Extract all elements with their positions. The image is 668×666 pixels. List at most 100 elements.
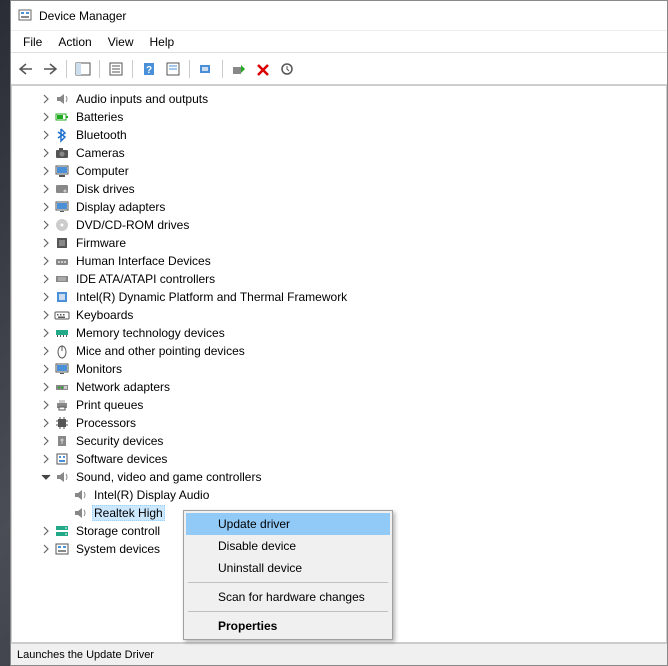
chevron-right-icon[interactable] xyxy=(38,325,54,341)
chevron-right-icon[interactable] xyxy=(38,181,54,197)
chevron-right-icon[interactable] xyxy=(38,91,54,107)
battery-icon xyxy=(54,109,70,125)
tree-node-label: Storage controll xyxy=(74,523,162,539)
tree-node-label: Sound, video and game controllers xyxy=(74,469,263,485)
tree-node[interactable]: Memory technology devices xyxy=(14,324,664,342)
tree-node[interactable]: Security devices xyxy=(14,432,664,450)
tree-node[interactable]: Disk drives xyxy=(14,180,664,198)
toolbar: ? xyxy=(11,53,667,85)
chevron-down-icon[interactable] xyxy=(38,469,54,485)
intel-icon xyxy=(54,289,70,305)
tree-node-label: Keyboards xyxy=(74,307,135,323)
back-button[interactable] xyxy=(15,58,37,80)
chevron-right-icon[interactable] xyxy=(38,397,54,413)
uninstall-device-button[interactable] xyxy=(252,58,274,80)
chevron-right-icon[interactable] xyxy=(38,199,54,215)
tree-node-label: Computer xyxy=(74,163,131,179)
bluetooth-icon xyxy=(54,127,70,143)
expander-none xyxy=(56,487,72,503)
firmware-icon xyxy=(54,235,70,251)
tree-node-label: Bluetooth xyxy=(74,127,129,143)
disk-icon xyxy=(54,181,70,197)
tree-node[interactable]: Firmware xyxy=(14,234,664,252)
tree-node[interactable]: Human Interface Devices xyxy=(14,252,664,270)
context-menu-item[interactable]: Update driver xyxy=(186,513,390,535)
tree-node-label: Network adapters xyxy=(74,379,172,395)
expander-none xyxy=(56,505,72,521)
tree-node-label: Firmware xyxy=(74,235,128,251)
network-icon xyxy=(54,379,70,395)
software-icon xyxy=(54,451,70,467)
tree-node[interactable]: Audio inputs and outputs xyxy=(14,90,664,108)
tree-node[interactable]: Software devices xyxy=(14,450,664,468)
chevron-right-icon[interactable] xyxy=(38,523,54,539)
tree-node[interactable]: Sound, video and game controllers xyxy=(14,468,664,486)
chevron-right-icon[interactable] xyxy=(38,343,54,359)
chevron-right-icon[interactable] xyxy=(38,415,54,431)
ide-icon xyxy=(54,271,70,287)
tree-node-label: Batteries xyxy=(74,109,125,125)
chevron-right-icon[interactable] xyxy=(38,433,54,449)
context-menu-item[interactable]: Scan for hardware changes xyxy=(186,586,390,608)
tree-node[interactable]: DVD/CD-ROM drives xyxy=(14,216,664,234)
context-menu-separator xyxy=(188,611,388,612)
chevron-right-icon[interactable] xyxy=(38,109,54,125)
tree-node[interactable]: Processors xyxy=(14,414,664,432)
processor-icon xyxy=(54,415,70,431)
computer-icon xyxy=(54,163,70,179)
tree-node[interactable]: Display adapters xyxy=(14,198,664,216)
chevron-right-icon[interactable] xyxy=(38,541,54,557)
tree-node[interactable]: Bluetooth xyxy=(14,126,664,144)
keyboard-icon xyxy=(54,307,70,323)
tree-node[interactable]: Monitors xyxy=(14,360,664,378)
tree-node[interactable]: Mice and other pointing devices xyxy=(14,342,664,360)
status-text: Launches the Update Driver xyxy=(17,649,154,661)
context-menu-item[interactable]: Properties xyxy=(186,615,390,637)
tree-node[interactable]: Intel(R) Dynamic Platform and Thermal Fr… xyxy=(14,288,664,306)
enable-device-button[interactable] xyxy=(228,58,250,80)
chevron-right-icon[interactable] xyxy=(38,289,54,305)
chevron-right-icon[interactable] xyxy=(38,253,54,269)
chevron-right-icon[interactable] xyxy=(38,145,54,161)
menu-help[interactable]: Help xyxy=(142,33,183,51)
chevron-right-icon[interactable] xyxy=(38,451,54,467)
chevron-right-icon[interactable] xyxy=(38,361,54,377)
tree-node[interactable]: Computer xyxy=(14,162,664,180)
chevron-right-icon[interactable] xyxy=(38,235,54,251)
context-menu-item[interactable]: Uninstall device xyxy=(186,557,390,579)
titlebar[interactable]: Device Manager xyxy=(11,1,667,31)
tree-node[interactable]: Batteries xyxy=(14,108,664,126)
forward-button[interactable] xyxy=(39,58,61,80)
tree-node-label: Security devices xyxy=(74,433,165,449)
chevron-right-icon[interactable] xyxy=(38,271,54,287)
tree-node[interactable]: Network adapters xyxy=(14,378,664,396)
tree-node[interactable]: IDE ATA/ATAPI controllers xyxy=(14,270,664,288)
properties-button[interactable] xyxy=(105,58,127,80)
context-menu-item[interactable]: Disable device xyxy=(186,535,390,557)
chevron-right-icon[interactable] xyxy=(38,127,54,143)
tree-node[interactable]: Intel(R) Display Audio xyxy=(14,486,664,504)
chevron-right-icon[interactable] xyxy=(38,379,54,395)
chevron-right-icon[interactable] xyxy=(38,217,54,233)
context-menu-separator xyxy=(188,582,388,583)
chevron-right-icon[interactable] xyxy=(38,307,54,323)
menu-action[interactable]: Action xyxy=(50,33,99,51)
update-driver-button[interactable] xyxy=(276,58,298,80)
help-button[interactable]: ? xyxy=(138,58,160,80)
chevron-right-icon[interactable] xyxy=(38,163,54,179)
printer-icon xyxy=(54,397,70,413)
tree-node[interactable]: Print queues xyxy=(14,396,664,414)
menu-file[interactable]: File xyxy=(15,33,50,51)
action-list-button[interactable] xyxy=(162,58,184,80)
display-icon xyxy=(54,199,70,215)
memory-icon xyxy=(54,325,70,341)
menu-view[interactable]: View xyxy=(100,33,142,51)
scan-hardware-button[interactable] xyxy=(195,58,217,80)
show-hide-console-tree-button[interactable] xyxy=(72,58,94,80)
tree-node[interactable]: Keyboards xyxy=(14,306,664,324)
tree-node-label: Memory technology devices xyxy=(74,325,227,341)
tree-node-label: Software devices xyxy=(74,451,169,467)
tree-node[interactable]: Cameras xyxy=(14,144,664,162)
speaker-icon xyxy=(54,91,70,107)
window-title: Device Manager xyxy=(39,9,126,23)
